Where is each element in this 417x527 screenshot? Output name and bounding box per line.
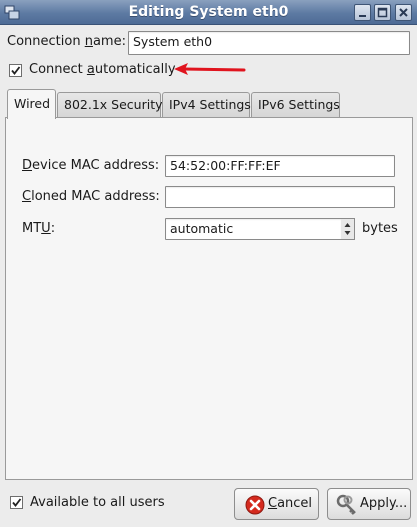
minimize-icon[interactable]: [354, 4, 371, 21]
available-to-all-users-label[interactable]: Available to all users: [30, 495, 165, 510]
tab-8021x-security[interactable]: 802.1x Security: [57, 92, 163, 117]
keys-icon: [336, 494, 356, 515]
cancel-icon: [245, 495, 265, 515]
tab-ipv4-settings[interactable]: IPv4 Settings: [162, 92, 251, 117]
maximize-icon[interactable]: [374, 4, 391, 21]
apply-button[interactable]: Apply...: [327, 488, 411, 520]
connection-name-input[interactable]: System eth0: [128, 31, 410, 55]
mtu-spinner[interactable]: [341, 218, 355, 240]
cancel-button-label: Cancel: [268, 496, 313, 511]
connect-automatically-checkbox[interactable]: [9, 64, 22, 77]
connect-automatically-label[interactable]: Connect automatically: [29, 62, 176, 77]
tab-ipv6-settings[interactable]: IPv6 Settings: [251, 92, 340, 117]
cloned-mac-input[interactable]: [165, 186, 395, 208]
available-to-all-users-checkbox[interactable]: [10, 496, 23, 509]
cloned-mac-label: Cloned MAC address:: [22, 189, 160, 204]
tab-wired[interactable]: Wired: [7, 89, 56, 119]
mtu-unit-label: bytes: [362, 221, 398, 236]
close-icon[interactable]: [395, 4, 412, 21]
cancel-button[interactable]: Cancel: [234, 488, 319, 520]
device-mac-input[interactable]: 54:52:00:FF:FF:EF: [165, 155, 395, 177]
window-titlebar[interactable]: Editing System eth0: [0, 0, 417, 25]
mtu-label: MTU:: [22, 221, 56, 236]
spinner-arrows-icon: [344, 223, 351, 235]
mtu-input[interactable]: automatic: [165, 218, 342, 240]
device-mac-label: Device MAC address:: [22, 158, 160, 173]
red-arrow-annotation: [174, 63, 246, 75]
connection-name-label: Connection name:: [7, 34, 126, 49]
apply-button-label: Apply...: [360, 496, 408, 511]
